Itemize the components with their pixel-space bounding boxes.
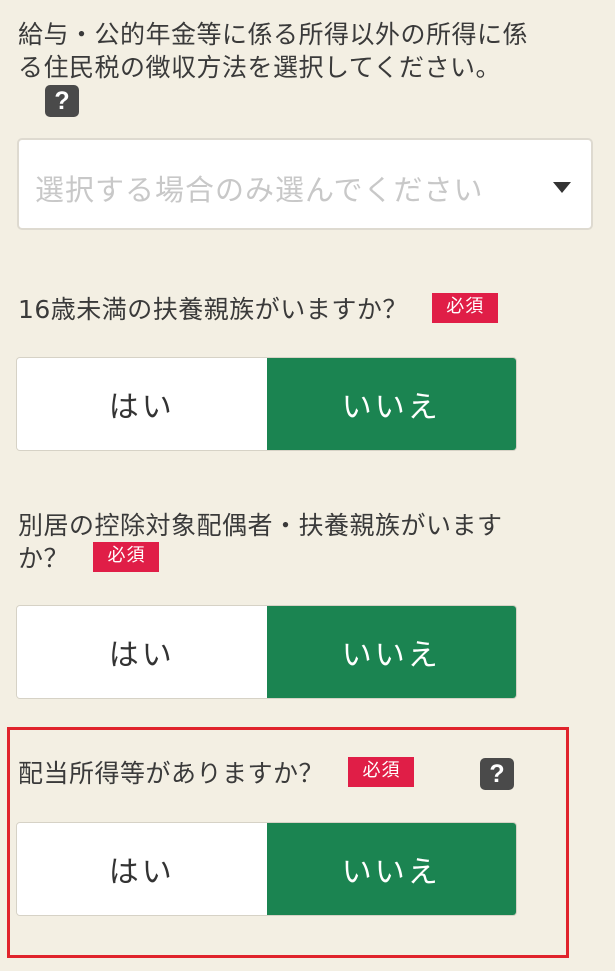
help-icon[interactable]: ? (45, 85, 79, 117)
question-title: 配当所得等がありますか？ (18, 759, 325, 788)
question-separate-dependents: 別居の控除対象配偶者・扶養親族がいます か？ 必須 (18, 509, 503, 575)
no-button[interactable]: いいえ (266, 606, 516, 698)
question-title-line: 給与・公的年金等に係る所得以外の所得に係 (18, 20, 529, 49)
required-badge: 必須 (93, 542, 160, 572)
question-title-line: か？ (18, 544, 70, 573)
question-title-line: 別居の控除対象配偶者・扶養親族がいます (18, 511, 503, 540)
question-collection-method-title: 給与・公的年金等に係る所得以外の所得に係 る住民税の徴収方法を選択してください。 (18, 18, 528, 84)
dropdown-arrow-icon (553, 182, 571, 193)
yes-button[interactable]: はい (17, 606, 267, 698)
collection-method-select[interactable]: 選択する場合のみ選んでください (17, 138, 593, 230)
question-title-line: る住民税の徴収方法を選択してください。 (18, 53, 502, 82)
dependents-under-16-toggle: はい いいえ (17, 358, 516, 450)
yes-button[interactable]: はい (17, 823, 267, 915)
yes-button[interactable]: はい (17, 358, 267, 450)
required-badge: 必須 (348, 757, 415, 787)
dividend-income-toggle: はい いいえ (17, 823, 516, 915)
help-icon[interactable]: ? (480, 758, 514, 790)
question-title: 16歳未満の扶養親族がいますか？ (18, 295, 408, 324)
question-dependents-under-16: 16歳未満の扶養親族がいますか？ 必須 (18, 293, 499, 326)
no-button[interactable]: いいえ (266, 823, 516, 915)
select-placeholder: 選択する場合のみ選んでください (35, 173, 484, 207)
no-button[interactable]: いいえ (266, 358, 516, 450)
question-dividend-income: 配当所得等がありますか？ 必須 (18, 757, 415, 790)
separate-dependents-toggle: はい いいえ (17, 606, 516, 698)
required-badge: 必須 (432, 293, 499, 323)
